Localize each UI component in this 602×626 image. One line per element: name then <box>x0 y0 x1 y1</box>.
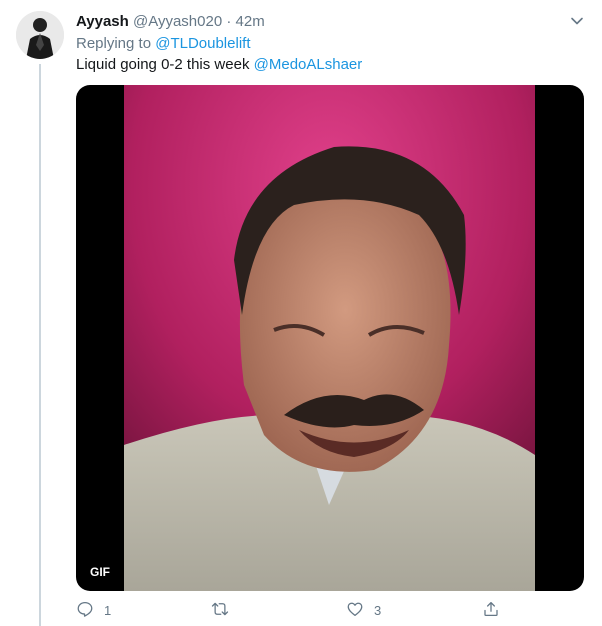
reply-icon <box>76 600 94 621</box>
timestamp[interactable]: 42m <box>236 13 265 30</box>
author-name[interactable]: Ayyash <box>76 13 129 30</box>
author-handle[interactable]: @Ayyash020 <box>133 13 222 30</box>
chevron-down-icon[interactable] <box>566 10 588 32</box>
replying-to-label: Replying to <box>76 35 152 52</box>
gif-media[interactable]: GIF <box>76 85 584 591</box>
like-count: 3 <box>374 602 382 618</box>
tweet-body: Liquid going 0-2 this week <box>76 56 250 73</box>
separator-dot: · <box>226 13 232 30</box>
like-button[interactable]: 3 <box>346 598 381 622</box>
gif-frame <box>124 85 535 591</box>
replying-to-handle[interactable]: @TLDoublelift <box>155 35 250 52</box>
retweet-button[interactable] <box>211 598 239 622</box>
share-icon <box>482 600 500 621</box>
reply-count: 1 <box>104 602 112 618</box>
avatar[interactable] <box>16 11 64 59</box>
replying-to: Replying to @TLDoublelift <box>76 34 251 54</box>
like-icon <box>346 600 364 621</box>
tweet-header: Ayyash @Ayyash020 · 42m <box>76 12 265 32</box>
retweet-icon <box>211 600 229 621</box>
tweet-actions: 1 3 <box>76 598 576 622</box>
thread-line <box>39 64 41 626</box>
gif-badge: GIF <box>85 562 115 582</box>
tweet[interactable]: Ayyash @Ayyash020 · 42m Replying to @TLD… <box>0 0 602 626</box>
tweet-text: Liquid going 0-2 this week @MedoALshaer <box>76 55 362 75</box>
share-button[interactable] <box>482 598 500 622</box>
mention-link[interactable]: @MedoALshaer <box>254 56 363 73</box>
reply-button[interactable]: 1 <box>76 598 111 622</box>
